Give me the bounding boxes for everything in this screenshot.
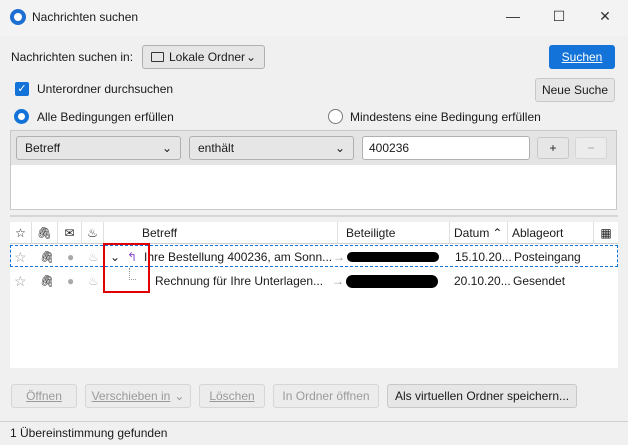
read-dot-icon[interactable]: ● — [67, 270, 77, 292]
move-to-button-label: Verschieben in — [91, 389, 171, 403]
table-row[interactable]: ☆ 🖇 ● ♨ Rechnung für Ihre Unterlagen... … — [10, 268, 618, 292]
arrow-right-icon: → — [333, 250, 345, 264]
participant-redacted — [346, 275, 438, 288]
attachment-icon: 🖇 — [40, 250, 52, 264]
junk-icon[interactable]: ♨ — [88, 270, 100, 292]
junk-icon[interactable]: ♨ — [88, 246, 100, 268]
criteria-value-input[interactable]: 400236 — [362, 136, 530, 160]
subject-column-header[interactable]: Betreff — [104, 222, 338, 244]
read-dot-icon[interactable]: ● — [67, 246, 77, 268]
subfolders-checkbox[interactable]: ✓ — [15, 82, 29, 96]
save-virtual-folder-button[interactable]: Als virtuellen Ordner speichern... — [387, 384, 577, 408]
star-column-icon[interactable]: ☆ — [10, 222, 32, 244]
move-to-button[interactable]: Verschieben in ⌄ — [85, 384, 191, 408]
add-criteria-button[interactable]: + — [537, 137, 569, 159]
participant-redacted — [347, 252, 439, 262]
results-header: ☆ 🖇 ✉ ♨ Betreff Beteiligte Datum ⌃ Ablag… — [10, 222, 618, 244]
search-in-label: Nachrichten suchen in: — [11, 50, 134, 64]
table-row[interactable]: ☆ 🖇 ● ♨ ⌄ ↰ Ihre Bestellung 400236, am S… — [10, 245, 618, 267]
match-all-label: Alle Bedingungen erfüllen — [37, 110, 174, 124]
remove-criteria-button[interactable]: − — [575, 137, 607, 159]
open-in-folder-label: In Ordner öffnen — [282, 389, 370, 403]
status-text: 1 Übereinstimmung gefunden — [10, 426, 168, 440]
open-button[interactable]: Öffnen — [11, 384, 77, 408]
close-button[interactable]: ✕ — [582, 0, 628, 32]
status-divider — [0, 421, 628, 422]
criteria-value-text: 400236 — [369, 141, 410, 155]
date-column-label: Datum — [454, 226, 490, 240]
open-in-folder-button[interactable]: In Ordner öffnen — [273, 384, 379, 408]
criteria-operator-select[interactable]: enthält ⌄ — [189, 136, 354, 160]
message-location: Gesendet — [513, 274, 566, 288]
criteria-field-value: Betreff — [25, 141, 61, 155]
junk-column-icon[interactable]: ♨ — [82, 222, 104, 244]
window-title: Nachrichten suchen — [32, 10, 139, 24]
chevron-down-icon: ⌄ — [174, 389, 185, 403]
subfolders-label: Unterordner durchsuchen — [37, 82, 174, 96]
chevron-down-icon: ⌄ — [334, 141, 345, 155]
search-button-label: Suchen — [561, 50, 603, 64]
star-icon[interactable]: ☆ — [14, 270, 30, 292]
folder-icon — [151, 52, 164, 62]
message-date: 15.10.20... — [455, 250, 511, 264]
match-any-label: Mindestens eine Bedingung erfüllen — [350, 110, 541, 124]
search-button[interactable]: Suchen — [549, 45, 615, 69]
maximize-button[interactable]: ☐ — [536, 0, 582, 32]
chevron-down-icon: ⌄ — [161, 141, 172, 155]
match-any-radio[interactable] — [328, 109, 343, 124]
star-icon[interactable]: ☆ — [14, 246, 30, 268]
date-column-header[interactable]: Datum ⌃ — [450, 222, 508, 244]
splitter[interactable] — [10, 215, 618, 217]
attachment-column-icon[interactable]: 🖇 — [32, 222, 58, 244]
new-search-button[interactable]: Neue Suche — [535, 78, 615, 102]
message-subject: Ihre Bestellung 400236, am Sonn... — [144, 250, 333, 264]
match-all-radio[interactable] — [14, 109, 29, 124]
location-column-header[interactable]: Ablageort — [508, 222, 594, 244]
chevron-down-icon: ⌄ — [245, 50, 256, 64]
sort-ascending-icon: ⌃ — [492, 226, 503, 240]
highlight-box — [103, 243, 150, 293]
minimize-button[interactable]: — — [490, 0, 536, 32]
open-button-label: Öffnen — [26, 389, 62, 403]
message-date: 20.10.20... — [454, 274, 510, 288]
save-virtual-folder-label: Als virtuellen Ordner speichern... — [394, 389, 570, 403]
criteria-field-select[interactable]: Betreff ⌄ — [16, 136, 181, 160]
participants-column-header[interactable]: Beteiligte — [338, 222, 450, 244]
folder-select-value: Lokale Ordner — [169, 50, 246, 64]
thunderbird-logo-icon — [10, 9, 26, 25]
column-picker-icon[interactable]: ▦ — [594, 222, 618, 244]
delete-button[interactable]: Löschen — [199, 384, 265, 408]
criteria-operator-value: enthält — [198, 141, 235, 155]
folder-select[interactable]: Lokale Ordner ⌄ — [142, 45, 265, 69]
read-status-column-icon[interactable]: ✉ — [58, 222, 82, 244]
message-location: Posteingang — [514, 250, 581, 264]
delete-button-label: Löschen — [209, 389, 255, 403]
attachment-icon: 🖇 — [40, 274, 52, 288]
arrow-right-icon: → — [332, 274, 344, 288]
message-subject: Rechnung für Ihre Unterlagen... — [155, 274, 324, 288]
